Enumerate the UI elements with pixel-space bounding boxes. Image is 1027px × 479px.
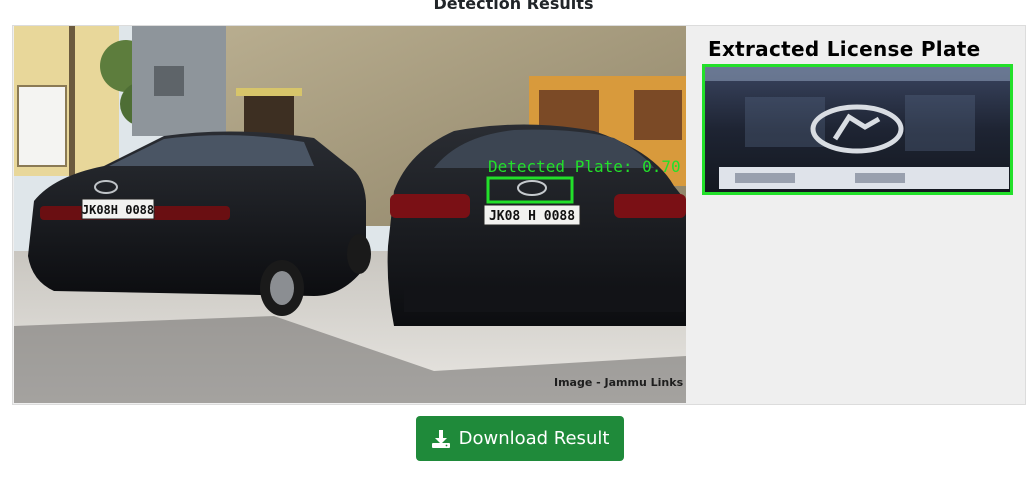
- extracted-plate-image: [702, 64, 1013, 195]
- extracted-plate-title: Extracted License Plate: [708, 37, 981, 61]
- left-car-plate-text: JK08H 0088: [82, 203, 154, 217]
- download-result-button[interactable]: Download Result: [416, 416, 624, 461]
- download-icon: [431, 429, 450, 448]
- download-button-label: Download Result: [458, 428, 610, 449]
- image-watermark: Image - Jammu Links: [554, 376, 684, 389]
- page-title: Detection Results: [433, 0, 594, 13]
- detection-result-image: JK08H 0088 JK08 H 0088 Detected Plate: 0…: [14, 26, 686, 403]
- detection-label: Detected Plate: 0.70: [488, 157, 681, 176]
- right-car-plate-text: JK08 H 0088: [489, 209, 575, 224]
